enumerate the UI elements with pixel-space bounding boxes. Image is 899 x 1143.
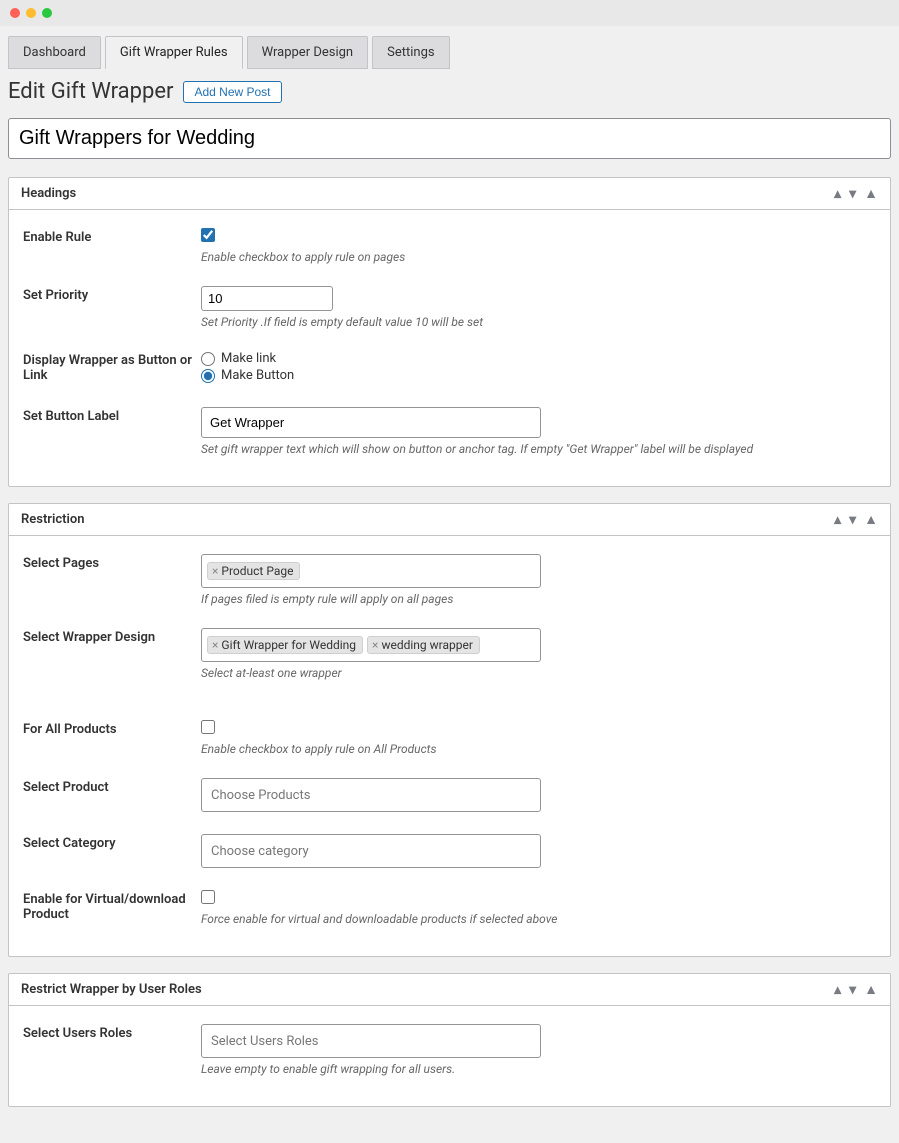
panel-restriction-title: Restriction — [21, 512, 85, 527]
select-design-label: Select Wrapper Design — [23, 628, 201, 645]
select-roles-input[interactable]: Select Users Roles — [201, 1024, 541, 1058]
make-link-radio[interactable] — [201, 352, 215, 366]
display-as-label: Display Wrapper as Button or Link — [23, 351, 201, 383]
panel-user-roles: Restrict Wrapper by User Roles ▴ ▾ ▲ Sel… — [8, 973, 891, 1107]
select-roles-label: Select Users Roles — [23, 1024, 201, 1041]
tag-product-page: ×Product Page — [207, 562, 300, 580]
for-all-products-help: Enable checkbox to apply rule on All Pro… — [201, 742, 876, 756]
make-button-label: Make Button — [221, 368, 294, 383]
select-category-input[interactable]: Choose category — [201, 834, 541, 868]
set-priority-help: Set Priority .If field is empty default … — [201, 315, 876, 329]
panel-restriction: Restriction ▴ ▾ ▲ Select Pages ×Product … — [8, 503, 891, 957]
make-link-label: Make link — [221, 351, 276, 366]
select-category-placeholder: Choose category — [207, 841, 313, 862]
add-new-post-button[interactable]: Add New Post — [183, 81, 281, 103]
collapse-icon[interactable]: ▲ — [864, 187, 878, 201]
tag-label: wedding wrapper — [381, 638, 472, 652]
page-title: Edit Gift Wrapper — [8, 79, 173, 104]
remove-tag-icon[interactable]: × — [212, 564, 218, 578]
minimize-window-icon[interactable] — [26, 8, 36, 18]
enable-rule-label: Enable Rule — [23, 228, 201, 245]
maximize-window-icon[interactable] — [42, 8, 52, 18]
select-category-label: Select Category — [23, 834, 201, 851]
tag-wedding-wrapper: ×wedding wrapper — [367, 636, 480, 654]
chevron-down-icon[interactable]: ▾ — [849, 513, 856, 527]
panel-user-roles-title: Restrict Wrapper by User Roles — [21, 982, 202, 997]
select-product-label: Select Product — [23, 778, 201, 795]
tag-gift-wrapper-wedding: ×Gift Wrapper for Wedding — [207, 636, 363, 654]
tab-settings[interactable]: Settings — [372, 36, 449, 69]
tag-label: Gift Wrapper for Wedding — [221, 638, 356, 652]
virtual-download-help: Force enable for virtual and downloadabl… — [201, 912, 876, 926]
button-label-input[interactable] — [201, 407, 541, 438]
select-pages-label: Select Pages — [23, 554, 201, 571]
for-all-products-checkbox[interactable] — [201, 720, 215, 734]
virtual-download-checkbox[interactable] — [201, 890, 215, 904]
remove-tag-icon[interactable]: × — [212, 638, 218, 652]
for-all-products-label: For All Products — [23, 720, 201, 737]
tab-dashboard[interactable]: Dashboard — [8, 36, 101, 69]
button-label-label: Set Button Label — [23, 407, 201, 424]
remove-tag-icon[interactable]: × — [372, 638, 378, 652]
make-button-radio[interactable] — [201, 369, 215, 383]
window-titlebar — [0, 0, 899, 26]
select-roles-help: Leave empty to enable gift wrapping for … — [201, 1062, 876, 1076]
select-product-placeholder: Choose Products — [207, 785, 314, 806]
set-priority-label: Set Priority — [23, 286, 201, 303]
chevron-up-icon[interactable]: ▴ — [834, 187, 841, 201]
select-product-input[interactable]: Choose Products — [201, 778, 541, 812]
enable-rule-checkbox[interactable] — [201, 228, 215, 242]
enable-rule-help: Enable checkbox to apply rule on pages — [201, 250, 876, 264]
collapse-icon[interactable]: ▲ — [864, 983, 878, 997]
select-design-help: Select at-least one wrapper — [201, 666, 876, 680]
chevron-down-icon[interactable]: ▾ — [849, 983, 856, 997]
chevron-up-icon[interactable]: ▴ — [834, 513, 841, 527]
collapse-icon[interactable]: ▲ — [864, 513, 878, 527]
button-label-help: Set gift wrapper text which will show on… — [201, 442, 876, 456]
virtual-download-label: Enable for Virtual/download Product — [23, 890, 201, 922]
select-pages-help: If pages filed is empty rule will apply … — [201, 592, 876, 606]
panel-headings-title: Headings — [21, 186, 76, 201]
close-window-icon[interactable] — [10, 8, 20, 18]
select-pages-input[interactable]: ×Product Page — [201, 554, 541, 588]
admin-tabs: Dashboard Gift Wrapper Rules Wrapper Des… — [8, 36, 891, 69]
tab-wrapper-design[interactable]: Wrapper Design — [247, 36, 369, 69]
panel-headings: Headings ▴ ▾ ▲ Enable Rule Enable checkb… — [8, 177, 891, 487]
select-roles-placeholder: Select Users Roles — [207, 1031, 323, 1052]
tag-label: Product Page — [221, 564, 293, 578]
set-priority-input[interactable] — [201, 286, 333, 311]
tab-gift-wrapper-rules[interactable]: Gift Wrapper Rules — [105, 36, 243, 69]
chevron-up-icon[interactable]: ▴ — [834, 983, 841, 997]
post-title-input[interactable] — [8, 118, 891, 159]
chevron-down-icon[interactable]: ▾ — [849, 187, 856, 201]
select-design-input[interactable]: ×Gift Wrapper for Wedding ×wedding wrapp… — [201, 628, 541, 662]
